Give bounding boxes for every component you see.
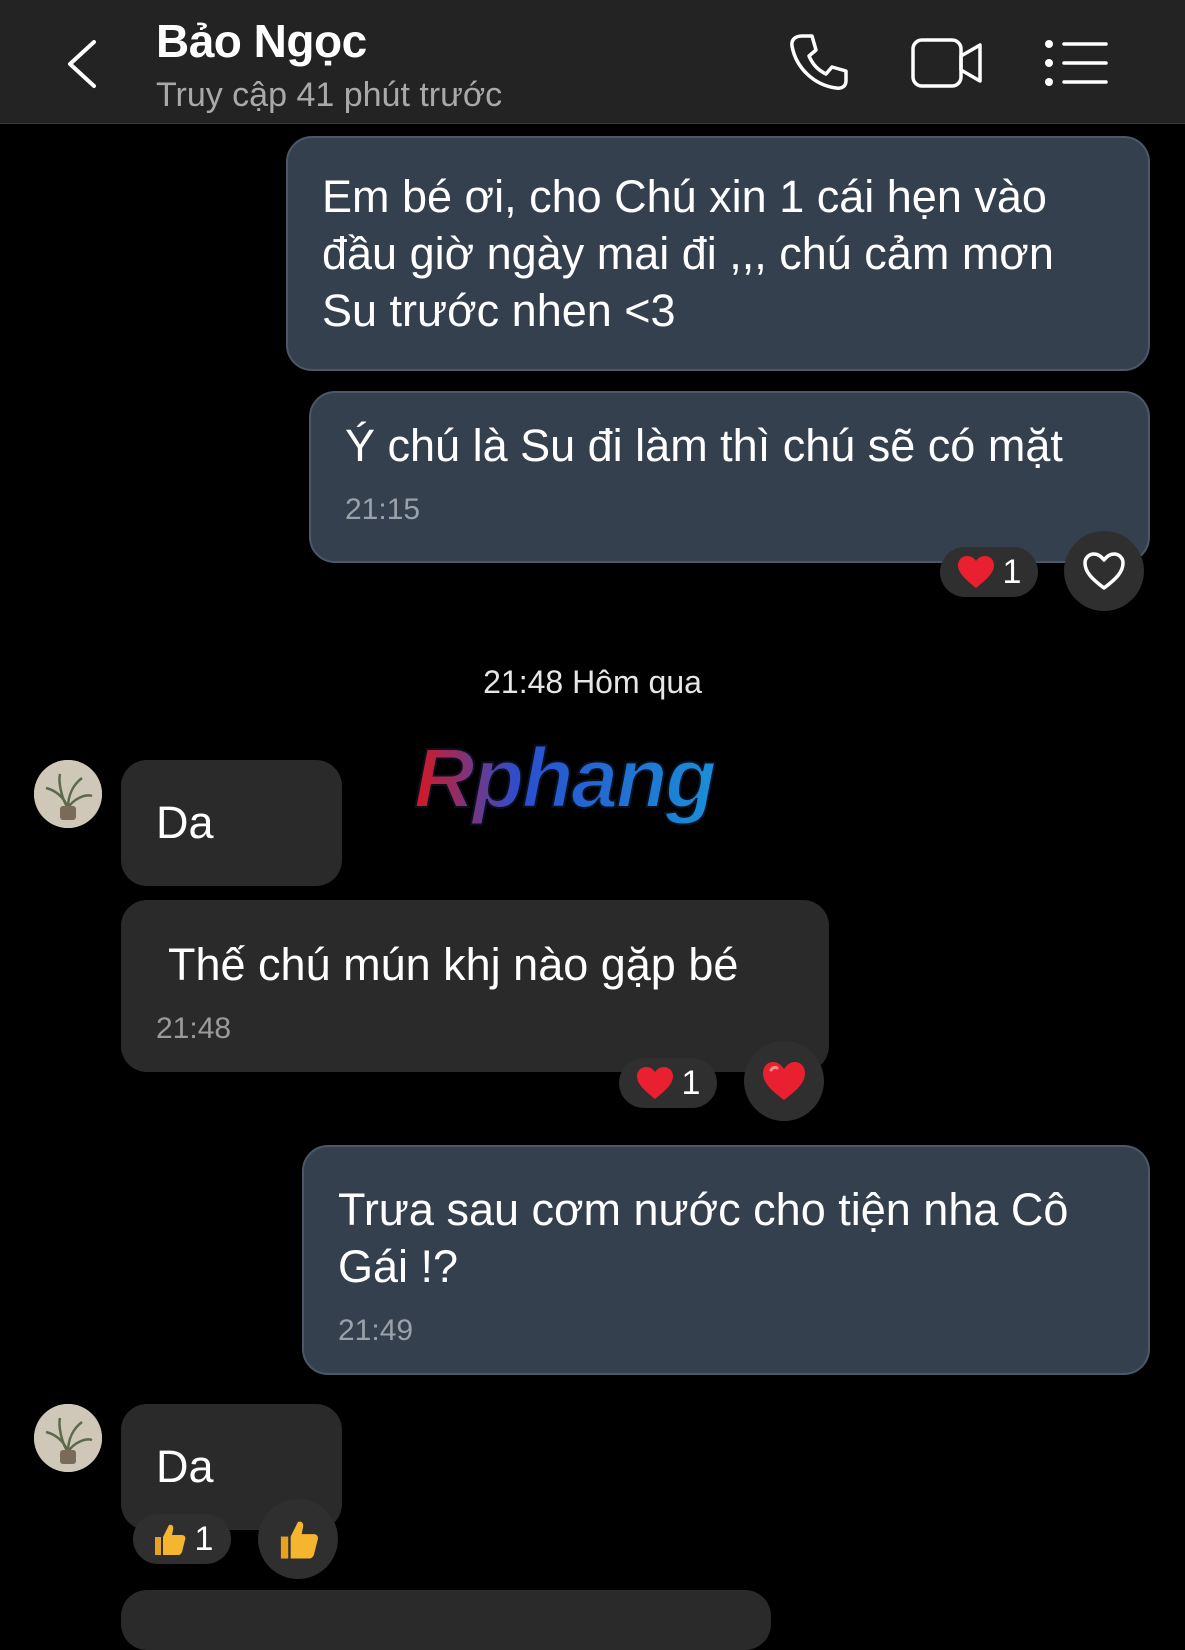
svg-text:Rphang: Rphang bbox=[414, 735, 715, 825]
heart-outline-icon bbox=[1083, 552, 1125, 590]
message-bubble-outgoing[interactable]: Ý chú là Su đi làm thì chú sẽ có mặt 21:… bbox=[309, 391, 1150, 563]
message-bubble-incoming[interactable]: Da bbox=[121, 760, 342, 886]
message-time: 21:49 bbox=[338, 1314, 414, 1347]
reaction-count-label: 1 bbox=[1002, 552, 1022, 591]
heart-icon bbox=[636, 1067, 673, 1099]
watermark-logo: Rphang bbox=[412, 730, 772, 856]
message-bubble-incoming[interactable] bbox=[121, 1590, 771, 1650]
message-text: Em bé ơi, cho Chú xin 1 cái hẹn vào đầu … bbox=[322, 171, 1054, 336]
video-call-icon bbox=[911, 38, 982, 88]
thumbs-up-icon bbox=[154, 1524, 185, 1555]
avatar[interactable] bbox=[34, 760, 102, 828]
heart-filled-icon bbox=[763, 1062, 805, 1100]
call-button[interactable] bbox=[786, 30, 850, 99]
reaction-summary[interactable]: 1 bbox=[940, 547, 1038, 597]
react-button[interactable] bbox=[258, 1499, 338, 1579]
message-text: Da bbox=[156, 797, 214, 848]
message-bubble-outgoing[interactable]: Trưa sau cơm nước cho tiện nha Cô Gái !?… bbox=[302, 1145, 1150, 1375]
last-seen-status: Truy cập 41 phút trước bbox=[156, 76, 503, 114]
message-time: 21:15 bbox=[345, 493, 421, 526]
reaction-summary[interactable]: 1 bbox=[619, 1058, 717, 1108]
thumbs-up-icon bbox=[280, 1521, 319, 1559]
reaction-summary[interactable]: 1 bbox=[133, 1514, 231, 1564]
react-button[interactable] bbox=[1064, 531, 1144, 611]
date-separator: 21:48 Hôm qua bbox=[483, 664, 702, 700]
reaction-count-label: 1 bbox=[681, 1063, 701, 1102]
message-text: Da bbox=[156, 1441, 214, 1492]
menu-button[interactable] bbox=[1044, 38, 1110, 93]
message-text: Ý chú là Su đi làm thì chú sẽ có mặt bbox=[345, 420, 1063, 471]
react-button[interactable] bbox=[744, 1041, 824, 1121]
message-bubble-incoming[interactable]: Thế chú mún khj nào gặp bé 21:48 bbox=[121, 900, 829, 1072]
message-bubble-outgoing[interactable]: Em bé ơi, cho Chú xin 1 cái hẹn vào đầu … bbox=[286, 136, 1150, 371]
reaction-count-label: 1 bbox=[194, 1519, 214, 1558]
plant-avatar-icon bbox=[34, 1404, 102, 1472]
message-text: Trưa sau cơm nước cho tiện nha Cô Gái !? bbox=[338, 1184, 1069, 1292]
avatar[interactable] bbox=[34, 1404, 102, 1472]
phone-icon bbox=[790, 34, 848, 90]
menu-list-icon bbox=[1045, 40, 1108, 86]
plant-avatar-icon bbox=[34, 760, 102, 828]
video-call-button[interactable] bbox=[910, 34, 984, 97]
chat-header: Bảo Ngọc Truy cập 41 phút trước bbox=[0, 0, 1185, 124]
heart-icon bbox=[957, 556, 994, 588]
back-chevron-icon bbox=[68, 40, 96, 88]
rphang-logo: Rphang bbox=[413, 730, 718, 826]
message-time: 21:48 bbox=[156, 1012, 232, 1045]
back-button[interactable] bbox=[58, 34, 108, 94]
contact-name[interactable]: Bảo Ngọc bbox=[156, 14, 367, 68]
message-text: Thế chú mún khj nào gặp bé bbox=[168, 939, 739, 990]
